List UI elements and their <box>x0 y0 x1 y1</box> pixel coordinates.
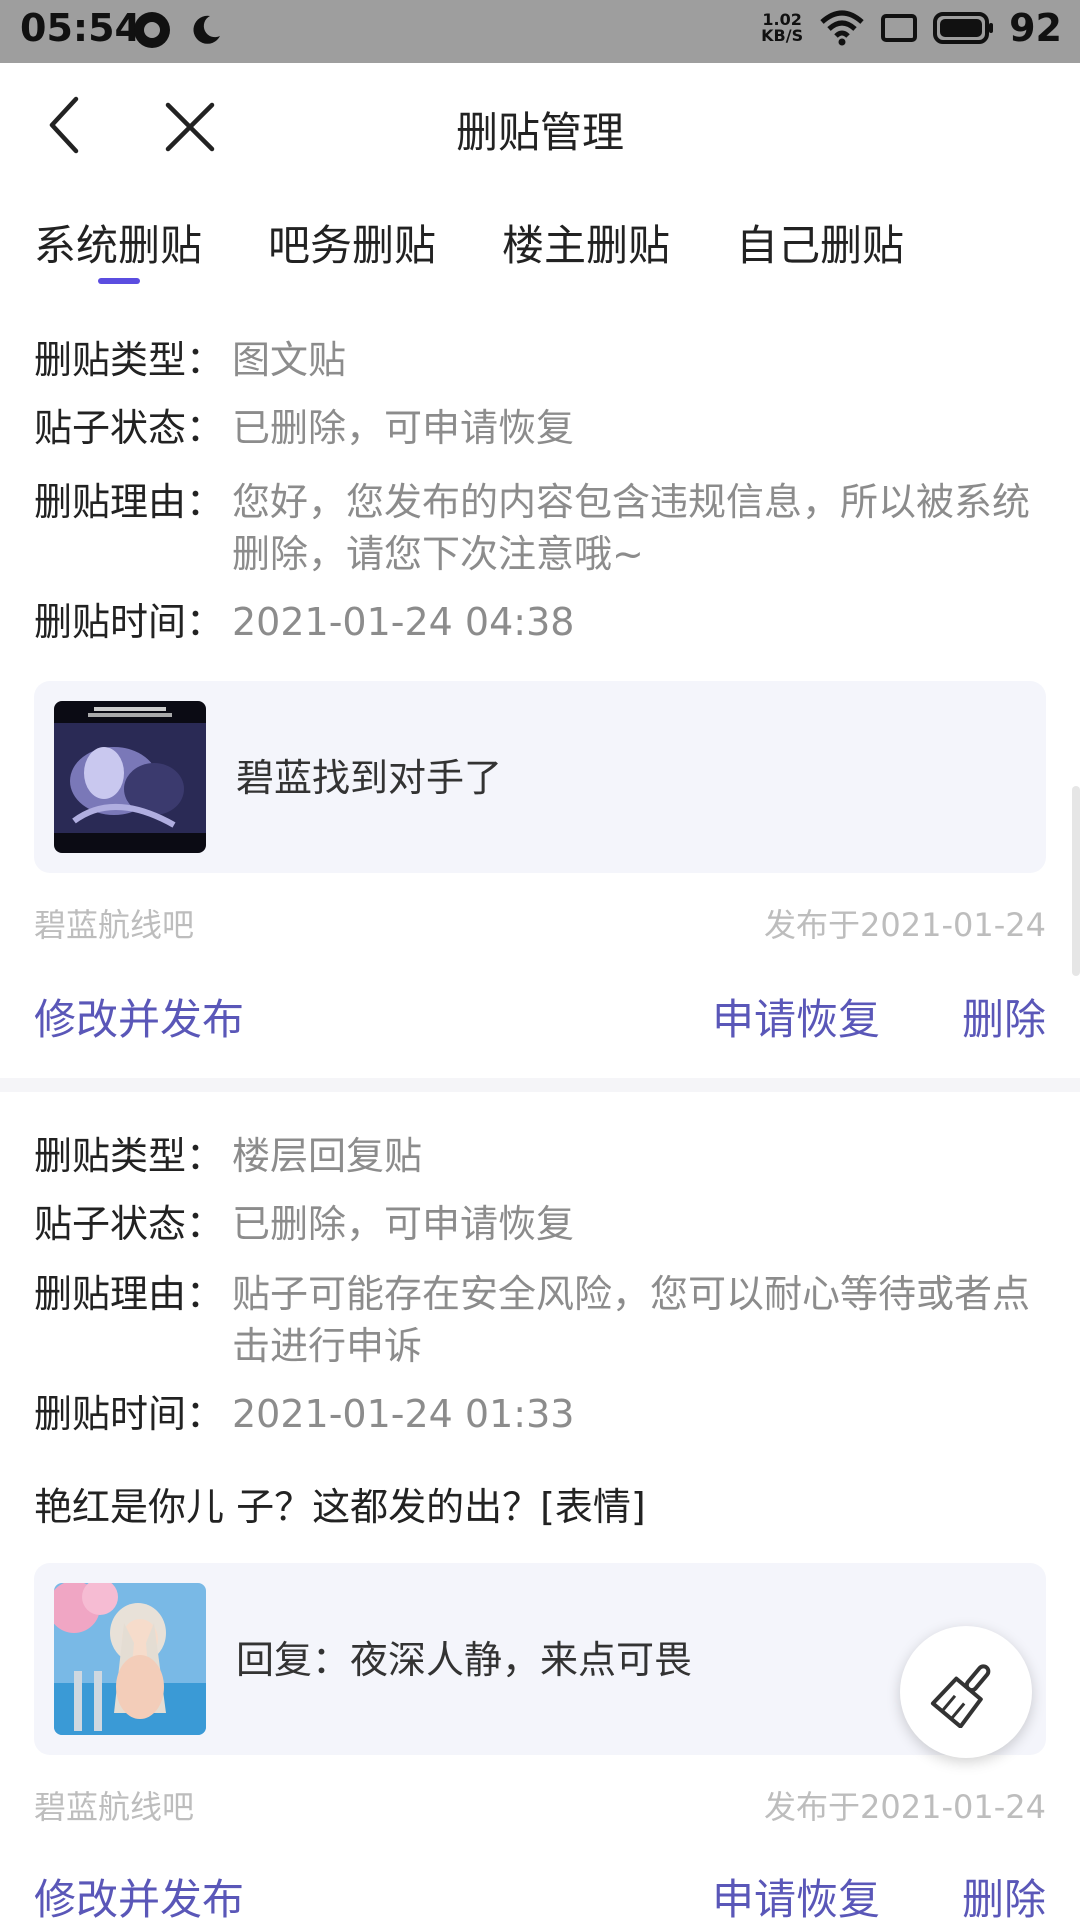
info-row-type: 删贴类型： 楼层回复贴 <box>34 1130 1046 1182</box>
delete-time-value: 2021-01-24 04:38 <box>232 600 575 644</box>
status-time: 05:54 <box>20 6 141 50</box>
post-title: 碧蓝找到对手了 <box>236 756 503 800</box>
broom-icon <box>930 1664 991 1728</box>
battery-icon <box>933 12 994 44</box>
info-row-reason[interactable]: 删贴理由： 贴子可能存在安全风险，您可以耐心等待或者点击进行申诉 <box>34 1268 1046 1372</box>
request-restore-button[interactable]: 申请恢复 <box>712 986 880 1047</box>
tab-system-delete[interactable]: 系统删贴 <box>34 218 202 288</box>
delete-button[interactable]: 删除 <box>962 986 1046 1047</box>
info-row-time: 删贴时间： 2021-01-24 01:33 <box>34 1388 1046 1440</box>
delete-time-value: 2021-01-24 01:33 <box>232 1392 575 1436</box>
post-thumbnail <box>54 1583 206 1735</box>
post-title: 回复：夜深人静，来点可畏 <box>236 1638 693 1682</box>
publish-date: 发布于2021-01-24 <box>764 906 1046 944</box>
delete-reason-value: 贴子可能存在安全风险，您可以耐心等待或者点击进行申诉 <box>232 1272 1031 1368</box>
battery-level: 92 <box>1009 6 1062 50</box>
page-title: 删贴管理 <box>455 108 624 157</box>
edit-and-publish-button[interactable]: 修改并发布 <box>34 1866 244 1927</box>
page-header: 删贴管理 <box>0 63 1080 188</box>
post-status-value: 已删除，可申请恢复 <box>232 1202 575 1246</box>
info-row-status: 贴子状态： 已删除，可申请恢复 <box>34 402 1046 454</box>
post-type-value: 图文贴 <box>232 338 347 382</box>
forum-name[interactable]: 碧蓝航线吧 <box>34 900 194 946</box>
info-row-time: 删贴时间： 2021-01-24 04:38 <box>34 596 1046 648</box>
wifi-icon <box>820 10 864 46</box>
post-type-value: 楼层回复贴 <box>232 1134 423 1178</box>
original-post-preview[interactable]: 碧蓝找到对手了 <box>34 681 1046 873</box>
publish-date: 发布于2021-01-24 <box>764 1788 1046 1826</box>
post-status-value: 已删除，可申请恢复 <box>232 406 575 450</box>
post-thumbnail <box>54 701 206 853</box>
original-post-preview[interactable]: 回复：夜深人静，来点可畏 <box>34 1563 1046 1755</box>
edit-and-publish-button[interactable]: 修改并发布 <box>34 986 244 1047</box>
tab-owner-delete[interactable]: 楼主删贴 <box>502 218 670 288</box>
forum-name[interactable]: 碧蓝航线吧 <box>34 1782 194 1828</box>
tab-self-delete[interactable]: 自己删贴 <box>736 218 904 288</box>
active-tab-indicator <box>98 278 140 284</box>
clean-button[interactable] <box>900 1626 1032 1758</box>
delete-button[interactable]: 删除 <box>962 1866 1046 1927</box>
status-bar: 05:54 1.02 KB/S 92 <box>0 0 1080 63</box>
tab-moderator-delete[interactable]: 吧务删贴 <box>268 218 436 288</box>
screen-icon <box>881 14 918 42</box>
request-restore-button[interactable]: 申请恢复 <box>712 1866 880 1927</box>
notification-circle-icon <box>134 12 170 48</box>
delete-reason-value: 您好，您发布的内容包含违规信息，所以被系统删除，请您下次注意哦~ <box>232 480 1031 576</box>
info-row-reason: 删贴理由： 您好，您发布的内容包含违规信息，所以被系统删除，请您下次注意哦~ <box>34 476 1046 580</box>
moon-icon <box>193 15 220 44</box>
network-speed: 1.02 KB/S <box>761 10 804 45</box>
info-row-status: 贴子状态： 已删除，可申请恢复 <box>34 1198 1046 1250</box>
info-row-type: 删贴类型： 图文贴 <box>34 334 1046 386</box>
reply-content: 艳红是你儿 子？这都发的出？[表情] <box>34 1485 646 1529</box>
tab-bar: 系统删贴 吧务删贴 楼主删贴 自己删贴 <box>34 218 970 288</box>
card-divider <box>0 1078 1080 1092</box>
scrollbar[interactable] <box>1072 786 1080 976</box>
